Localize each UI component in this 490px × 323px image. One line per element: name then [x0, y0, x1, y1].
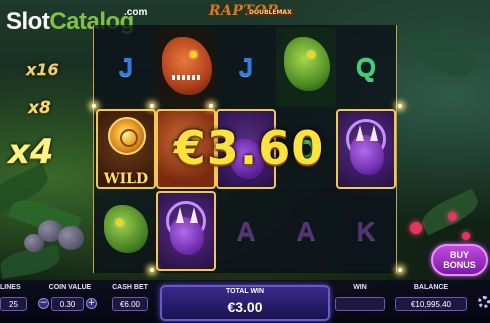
cash-bet-label: CASH BET [112, 284, 148, 291]
symbol-letter: A [296, 215, 316, 246]
symbol-trex [156, 27, 216, 107]
gear-icon[interactable] [478, 296, 490, 308]
buy-bonus-line1: BUY [449, 250, 469, 260]
leaf-decoration [402, 24, 478, 86]
symbol-letter: Q [355, 51, 377, 82]
raptor-eye-icon [116, 219, 123, 226]
raptor-icon [104, 205, 148, 253]
game-scene: SlotCatalog .com RAPTOR DOUBLEMAX x16 x8… [0, 0, 490, 323]
sparkle-icon [92, 104, 96, 108]
trex-icon [162, 37, 212, 95]
raptor-eye-icon [308, 51, 315, 58]
buy-bonus-line2: BONUS [443, 260, 476, 270]
lines-label: LINES [0, 284, 21, 291]
multiplier-x4-active: x4 [8, 132, 54, 172]
sparkle-icon [150, 104, 154, 108]
multiplier-x8: x8 [28, 98, 51, 118]
balance-label: BALANCE [413, 284, 449, 291]
win-field [335, 297, 385, 311]
coin-minus-button[interactable]: − [38, 298, 49, 309]
egg-decoration [24, 234, 44, 252]
multiplier-x16: x16 [26, 60, 59, 79]
ammonite-icon [108, 117, 146, 155]
lines-field[interactable]: 25 [0, 297, 27, 311]
logo-com-text: .com [124, 7, 148, 18]
coin-plus-button[interactable]: + [86, 298, 97, 309]
triceratops-horn-icon [370, 125, 378, 141]
egg-decoration [58, 226, 84, 250]
buy-bonus-button[interactable]: BUY BONUS [431, 244, 488, 276]
symbol-triceratops [156, 191, 216, 271]
flower-decoration [410, 222, 422, 234]
game-title-subtitle: DOUBLEMAX [247, 9, 294, 16]
triceratops-horn-icon [356, 125, 364, 141]
symbol-a: A [216, 191, 276, 271]
symbol-j: J [216, 27, 276, 107]
win-amount: €3.60 [173, 121, 325, 175]
coin-value-field[interactable]: 0.30 [51, 297, 84, 311]
trex-eye-icon [190, 51, 197, 58]
symbol-a: A [276, 191, 336, 271]
sparkle-icon [150, 268, 154, 272]
triceratops-horn-icon [176, 207, 184, 223]
symbol-letter: J [118, 51, 134, 82]
win-label: WIN [353, 284, 367, 291]
flower-decoration [448, 212, 457, 221]
trex-teeth-icon [172, 75, 202, 80]
flower-decoration [462, 232, 470, 240]
coin-value-label: COIN VALUE [48, 284, 92, 291]
symbol-j: J [96, 27, 156, 107]
game-title: RAPTOR DOUBLEMAX [190, 0, 298, 19]
symbol-letter: J [238, 51, 254, 82]
sparkle-icon [209, 104, 213, 108]
symbol-k: K [336, 191, 396, 271]
total-win-panel: TOTAL WIN €3.00 [160, 285, 330, 321]
sparkle-icon [398, 268, 402, 272]
balance-field: €10,995.40 [395, 297, 467, 311]
symbol-raptor [276, 27, 336, 107]
triceratops-horn-icon [190, 207, 198, 223]
symbol-raptor [96, 191, 156, 271]
sparkle-icon [398, 104, 402, 108]
total-win-label: TOTAL WIN [225, 288, 265, 295]
cash-bet-field: €6.00 [112, 297, 148, 311]
symbol-letter: A [236, 215, 256, 246]
symbol-q: Q [336, 27, 396, 107]
logo-slot-text: Slot [6, 8, 50, 35]
total-win-value: €3.00 [227, 299, 263, 315]
raptor-icon [284, 37, 330, 91]
symbol-letter: K [356, 215, 376, 246]
